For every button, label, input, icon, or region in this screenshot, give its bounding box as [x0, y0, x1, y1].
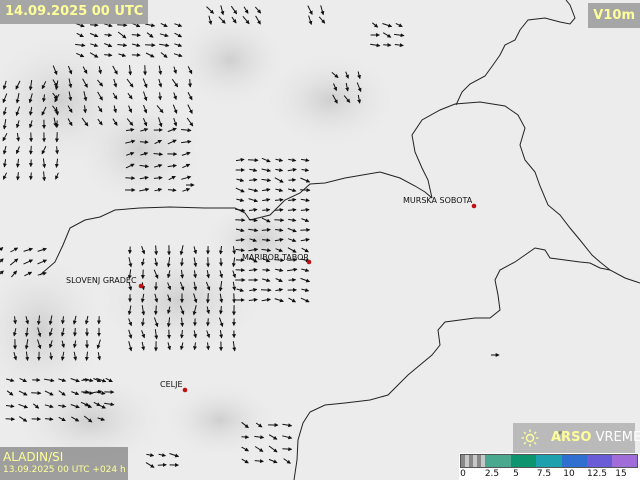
wind-arrow: [262, 268, 271, 273]
wind-arrow: [72, 328, 77, 337]
wind-arrow: [235, 268, 246, 273]
legend-color-segment: [486, 455, 512, 467]
wind-arrow: [28, 172, 33, 181]
wind-map: MURSKA SOBOTA MARIBOR TABOR SLOVENJ GRAD…: [0, 0, 640, 480]
city-label: MARIBOR TABOR: [242, 253, 309, 262]
wind-arrow: [90, 23, 99, 28]
legend-tick-label: 2.5: [484, 469, 500, 479]
wind-arrow: [247, 158, 259, 163]
city-marker: [471, 203, 477, 209]
wind-arrow: [117, 23, 128, 28]
wind-arrow: [282, 447, 293, 452]
wind-arrow: [83, 391, 94, 396]
wind-arrow: [28, 145, 33, 155]
city-label: CELJE: [160, 380, 183, 389]
model-run-info: 13.09.2025 00 UTC +024 h: [3, 465, 126, 475]
wind-arrow: [205, 318, 210, 327]
legend-color-segment: [461, 455, 487, 467]
legend-tick-labels: 0 2.5 5 7.5 10 12.5 15: [459, 468, 640, 480]
legend-tick-label: 5: [513, 469, 519, 479]
wind-speed-legend: 0 2.5 5 7.5 10 12.5 15: [459, 453, 640, 480]
city-marker: [138, 283, 144, 289]
wind-arrow: [274, 218, 285, 223]
wind-arrow: [241, 435, 250, 440]
city-marker: [182, 387, 188, 393]
model-info: ALADIN/SI 13.09.2025 00 UTC +024 h: [0, 447, 128, 480]
wind-arrow: [153, 305, 158, 316]
parameter-badge: V10m: [588, 3, 640, 28]
legend-color-segment: [511, 455, 537, 467]
wind-arrow: [188, 79, 193, 88]
legend-tick-label: 12.5: [586, 469, 608, 479]
city-label: SLOVENJ GRADEC: [66, 276, 137, 285]
legend-color-segment: [561, 455, 587, 467]
wind-arrow: [205, 293, 210, 304]
wind-arrow: [288, 277, 297, 282]
city-label: MURSKA SOBOTA: [403, 196, 473, 205]
wind-arrow: [5, 417, 16, 422]
brand-name-bold: ARSO: [551, 430, 592, 445]
valid-time-badge: 14.09.2025 00 UTC: [0, 0, 149, 24]
legend-tick-label: 0: [460, 469, 466, 479]
brand-name: ARSO VREME: [551, 430, 640, 445]
wind-arrow: [145, 43, 156, 48]
legend-color-segment: [536, 455, 562, 467]
sun-icon: [521, 429, 539, 447]
legend-tick-label: 10: [563, 469, 575, 479]
legend-tick-label: 7.5: [536, 469, 552, 479]
arso-brand[interactable]: ARSO VREME: [513, 423, 640, 453]
wind-arrow: [274, 207, 284, 212]
model-name: ALADIN/SI: [3, 450, 64, 464]
legend-tick-label: 15: [615, 469, 627, 479]
legend-color-scale: [460, 454, 638, 468]
legend-color-segment: [586, 455, 612, 467]
brand-name-rest: VREME: [591, 430, 640, 445]
legend-color-segment: [611, 455, 637, 467]
